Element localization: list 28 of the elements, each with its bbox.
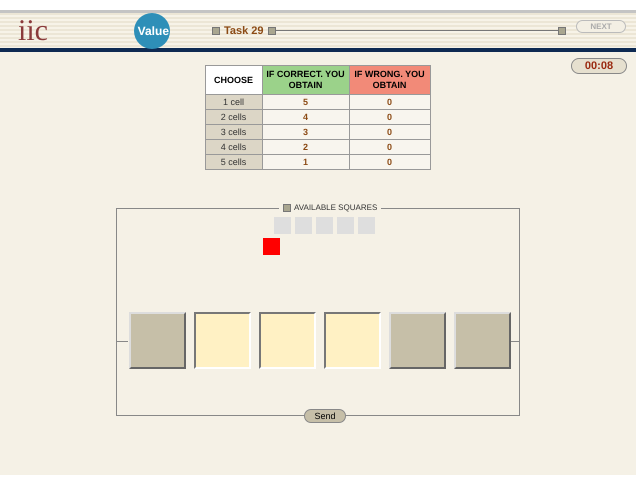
square-icon — [212, 26, 220, 34]
table-cell: 1 cell — [205, 94, 262, 110]
table-cell: 1 — [262, 154, 349, 170]
table-cell: 3 — [262, 124, 349, 140]
table-cell: 4 — [262, 110, 349, 124]
task-title: Task 29 — [224, 24, 264, 36]
table-cell: 5 cells — [205, 154, 262, 170]
column-header: IF WRONG. YOU OBTAIN — [349, 66, 430, 94]
table-cell: 4 cells — [205, 140, 262, 154]
board-title: AVAILABLE SQUARES — [279, 203, 382, 212]
table-cell: 2 — [262, 140, 349, 154]
column-header: CHOOSE — [205, 66, 262, 94]
column-header: IF CORRECT. YOU OBTAIN — [262, 66, 349, 94]
send-button[interactable]: Send — [304, 409, 346, 423]
logo: iic — [18, 14, 49, 48]
timer: 00:08 — [571, 58, 627, 74]
table-cell: 3 cells — [205, 124, 262, 140]
table-cell: 0 — [349, 110, 430, 124]
grid-cell[interactable] — [194, 312, 251, 369]
grid-cell[interactable] — [324, 312, 381, 369]
table-cell: 2 cells — [205, 110, 262, 124]
table-cell: 0 — [349, 94, 430, 110]
table-cell: 0 — [349, 140, 430, 154]
table-cell: 5 — [262, 94, 349, 110]
value-badge: Value — [134, 12, 170, 48]
grid-cell[interactable] — [259, 312, 316, 369]
table-cell: 0 — [349, 154, 430, 170]
table-cell: 0 — [349, 124, 430, 140]
